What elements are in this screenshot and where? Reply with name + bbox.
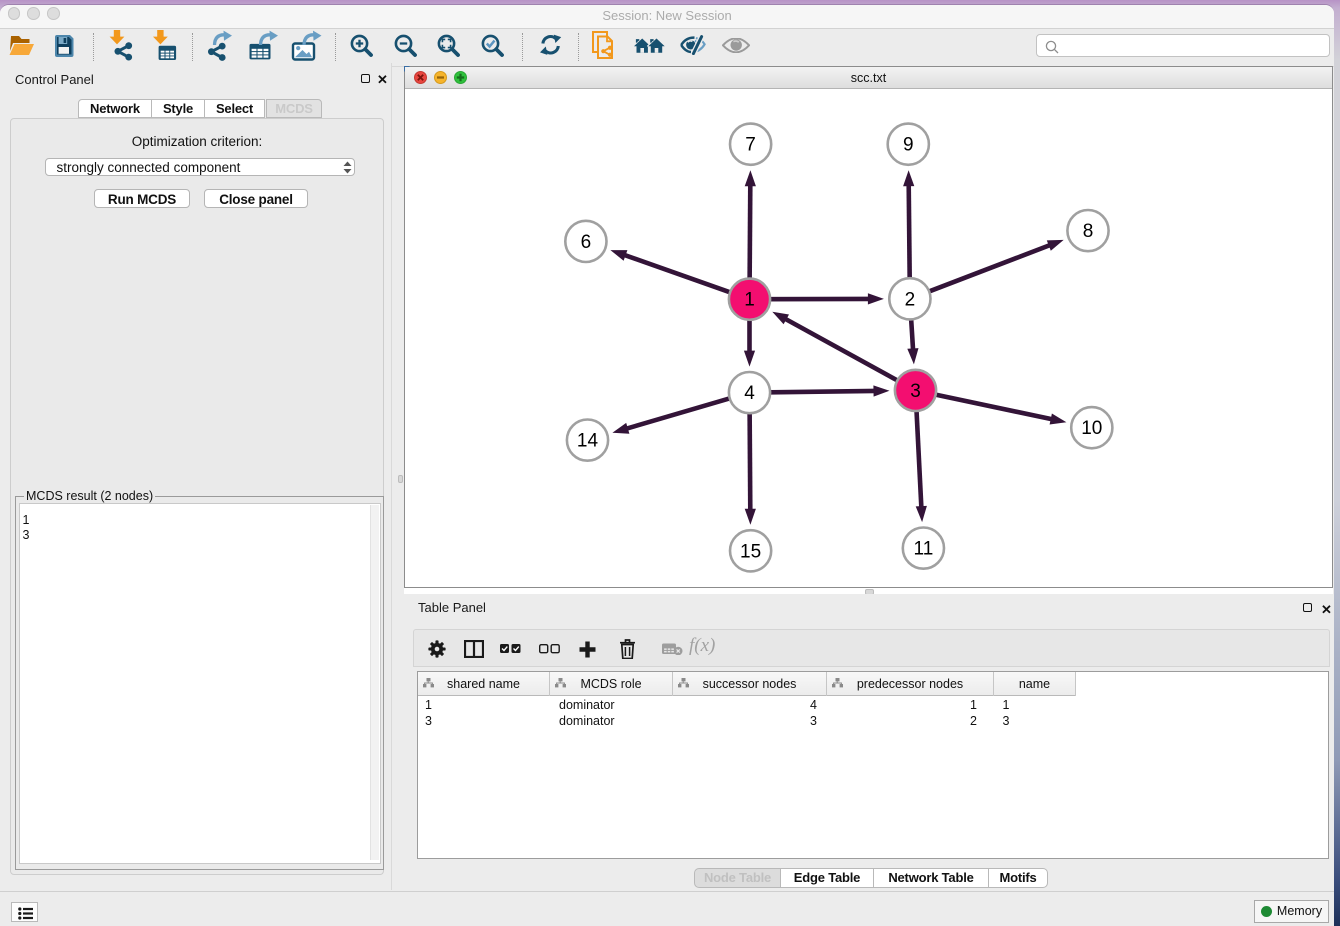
svg-text:11: 11 <box>914 539 934 560</box>
svg-text:3: 3 <box>910 381 921 402</box>
svg-text:2: 2 <box>905 289 916 310</box>
svg-text:6: 6 <box>581 232 592 253</box>
svg-text:10: 10 <box>1081 418 1102 439</box>
svg-text:14: 14 <box>577 431 599 452</box>
svg-text:15: 15 <box>740 541 761 562</box>
svg-text:1: 1 <box>744 290 755 311</box>
svg-text:8: 8 <box>1083 221 1094 242</box>
svg-text:9: 9 <box>903 135 914 156</box>
svg-text:7: 7 <box>745 135 756 156</box>
svg-text:4: 4 <box>744 383 755 404</box>
